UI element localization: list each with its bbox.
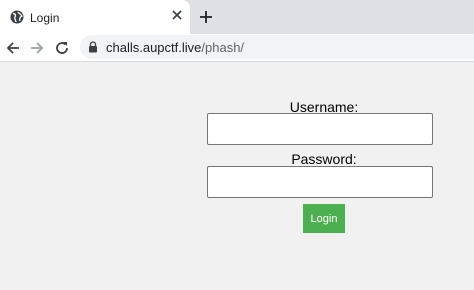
browser-toolbar: challs.aupctf.live/phash/ bbox=[0, 34, 474, 62]
plus-icon[interactable] bbox=[199, 10, 213, 24]
page-content: Username: Password: Login bbox=[0, 62, 474, 290]
login-button[interactable]: Login bbox=[303, 204, 345, 233]
tab-login[interactable]: Login bbox=[0, 0, 190, 34]
url-text: challs.aupctf.live/phash/ bbox=[106, 40, 244, 55]
password-field[interactable] bbox=[207, 166, 433, 198]
url-host: challs.aupctf.live bbox=[106, 40, 202, 55]
address-bar[interactable]: challs.aupctf.live/phash/ bbox=[80, 35, 474, 59]
globe-icon bbox=[10, 10, 24, 24]
reload-icon[interactable] bbox=[53, 39, 71, 57]
back-arrow-icon[interactable] bbox=[4, 39, 22, 57]
tab-title: Login bbox=[30, 11, 60, 25]
username-field[interactable] bbox=[207, 113, 433, 145]
close-icon[interactable] bbox=[170, 8, 184, 22]
forward-arrow-icon[interactable] bbox=[28, 39, 46, 57]
url-path: /phash/ bbox=[201, 40, 245, 55]
tab-strip: Login bbox=[0, 0, 474, 34]
password-label: Password: bbox=[291, 151, 357, 167]
lock-icon[interactable] bbox=[88, 41, 98, 53]
